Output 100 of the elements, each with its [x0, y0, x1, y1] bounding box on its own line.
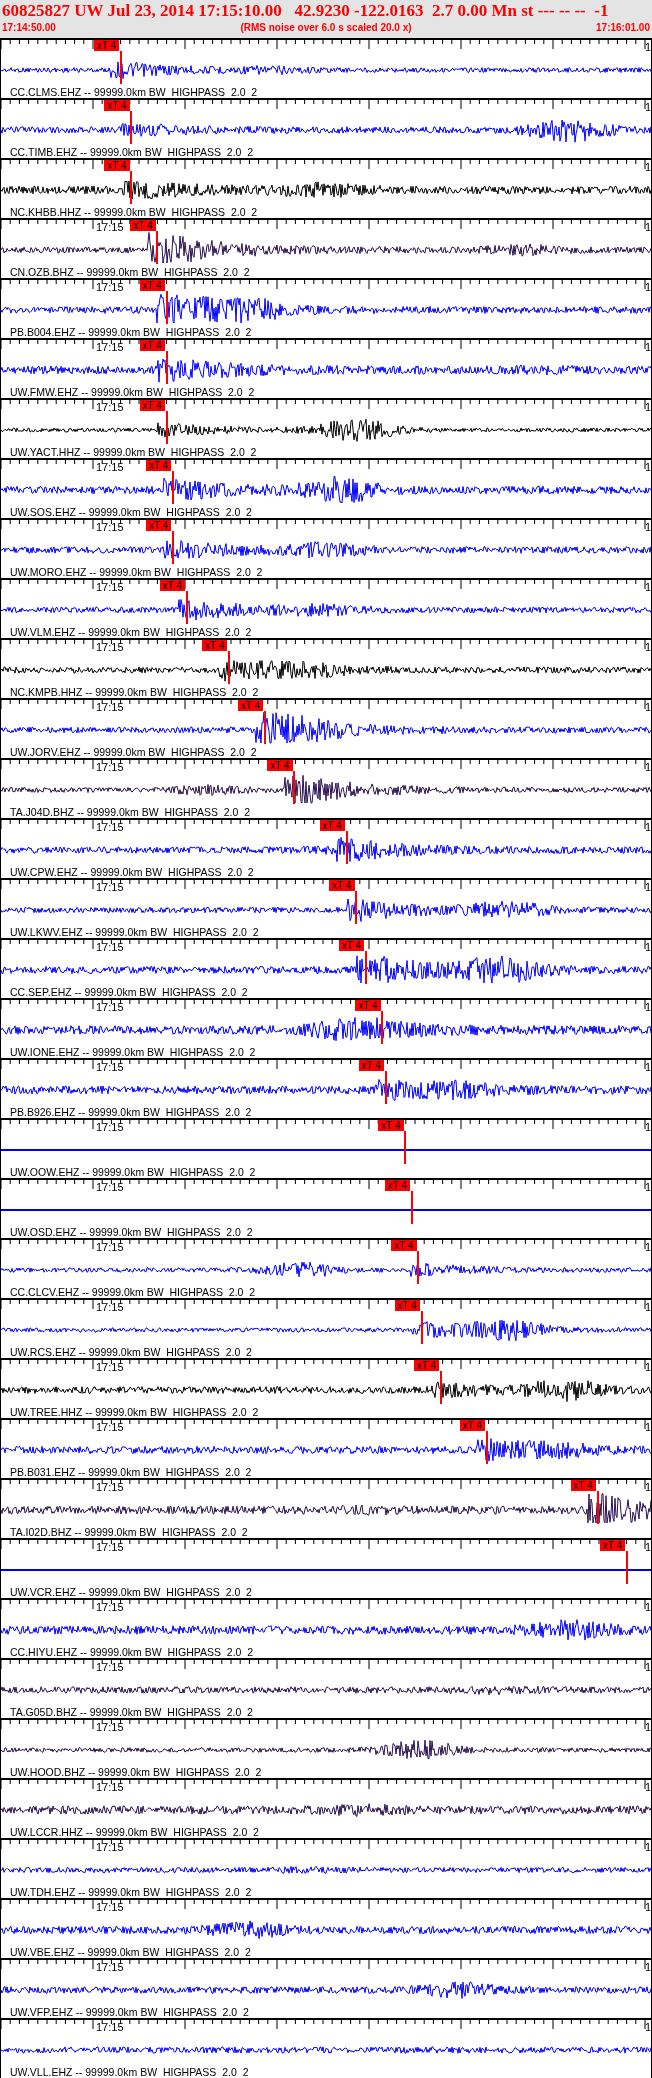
time-label: 1	[644, 281, 651, 293]
time-label: 1	[644, 1781, 651, 1793]
channel-label: TA.G05D.BHZ -- 99999.0km BW HIGHPASS 2.0 2	[10, 1706, 253, 1718]
time-label: 1	[644, 461, 651, 473]
channel-label: UW.FMW.EHZ -- 99999.0km BW HIGHPASS 2.0 2	[10, 386, 255, 398]
channel-label: CC.SEP.EHZ -- 99999.0km BW HIGHPASS 2.0 2	[10, 986, 248, 998]
time-label: 1	[644, 521, 651, 533]
time-label: 1	[644, 701, 651, 713]
time-label: 1	[644, 1481, 651, 1493]
time-label: 1	[644, 641, 651, 653]
time-label: 1	[644, 1001, 651, 1013]
time-label: 17:15	[96, 1541, 124, 1553]
channel-label: UW.VLL.EHZ -- 99999.0km BW HIGHPASS 2.0 2	[10, 2066, 249, 2078]
pick-marker[interactable]: xT 4	[139, 340, 165, 351]
time-label: 1	[644, 1121, 651, 1133]
channel-label: UW.LKWV.EHZ -- 99999.0km BW HIGHPASS 2.0 2	[10, 926, 259, 938]
pick-marker[interactable]: xT 4	[104, 100, 130, 111]
time-label: 1	[644, 1601, 651, 1613]
start-time: 17:14:50.00	[2, 21, 56, 35]
time-label: 1	[644, 1181, 651, 1193]
time-label: 1	[644, 1841, 651, 1853]
pick-marker[interactable]: xT 4	[355, 1000, 381, 1011]
pick-marker[interactable]: xT 4	[139, 280, 165, 291]
channel-label: UW.OSD.EHZ -- 99999.0km BW HIGHPASS 2.0 2	[10, 1226, 253, 1238]
time-label: 1	[644, 101, 651, 113]
time-label: 17:15	[96, 461, 124, 473]
channel-label: PB.B004.EHZ -- 99999.0km BW HIGHPASS 2.0 2	[10, 326, 252, 338]
channel-label: UW.VCR.EHZ -- 99999.0km BW HIGHPASS 2.0 2	[10, 1586, 252, 1598]
channel-label: CC.CLMS.EHZ -- 99999.0km BW HIGHPASS 2.0 2	[10, 86, 258, 98]
time-label: 17:15	[96, 821, 124, 833]
time-label: 1	[644, 221, 651, 233]
time-label: 1	[644, 41, 651, 53]
pick-marker[interactable]: xT 4	[238, 700, 264, 711]
pick-marker[interactable]: xT 4	[394, 1300, 420, 1311]
pick-marker[interactable]: xT 4	[599, 1540, 626, 1551]
time-label: 17:15	[96, 701, 124, 713]
channel-label: TA.J04D.BHZ -- 99999.0km BW HIGHPASS 2.0 2	[10, 806, 251, 818]
time-label: 17:15	[96, 1241, 124, 1253]
time-label: 1	[644, 1061, 651, 1073]
time-label: 1	[644, 1541, 651, 1553]
time-label: 1	[644, 941, 651, 953]
time-label: 17:15	[96, 1001, 124, 1013]
pick-marker[interactable]: xT 4	[159, 580, 186, 591]
pick-marker[interactable]: xT 4	[329, 880, 355, 891]
pick-marker[interactable]: xT 4	[384, 1180, 411, 1191]
time-label: 17:15	[96, 1901, 124, 1913]
time-label: 17:15	[96, 1121, 124, 1133]
pick-marker[interactable]: xT 4	[414, 1360, 440, 1371]
channel-label: UW.CPW.EHZ -- 99999.0km BW HIGHPASS 2.0 2	[10, 866, 254, 878]
pick-marker[interactable]: xT 4	[202, 640, 228, 651]
channel-label: CN.OZB.BHZ -- 99999.0km BW HIGHPASS 2.0 2	[10, 266, 250, 278]
pick-marker[interactable]: xT 4	[146, 460, 172, 471]
pick-marker[interactable]: xT 4	[93, 40, 120, 51]
time-label: 1	[644, 1301, 651, 1313]
pick-marker[interactable]: xT 4	[139, 400, 165, 411]
pick-marker[interactable]: xT 4	[104, 160, 130, 171]
channel-label: UW.SOS.EHZ -- 99999.0km BW HIGHPASS 2.0 2	[10, 506, 252, 518]
time-label: 17:15	[96, 1601, 124, 1613]
time-label: 17:15	[96, 881, 124, 893]
channel-label: UW.LCCR.HHZ -- 99999.0km BW HIGHPASS 2.0 2	[10, 1826, 259, 1838]
pick-marker[interactable]: xT 4	[339, 940, 365, 951]
time-label: 17:15	[96, 581, 124, 593]
time-label: 17:15	[96, 1661, 124, 1673]
channel-label: NC.KHBB.HHZ -- 99999.0km BW HIGHPASS 2.0 2	[10, 206, 258, 218]
time-label: 17:15	[96, 1481, 124, 1493]
channel-label: UW.MORO.EHZ -- 99999.0km BW HIGHPASS 2.0 2	[10, 566, 263, 578]
time-label: 1	[644, 1421, 651, 1433]
pick-marker[interactable]: xT 4	[459, 1420, 485, 1431]
scaling-note: (RMS noise over 6.0 s scaled 20.0 x)	[240, 21, 412, 35]
time-label: 17:15	[96, 341, 124, 353]
channel-label: CC.HIYU.EHZ -- 99999.0km BW HIGHPASS 2.0 2	[10, 1646, 254, 1658]
pick-marker[interactable]: xT 4	[391, 1240, 417, 1251]
end-time: 17:16:01.00	[596, 21, 650, 35]
channel-label: UW.TREE.HHZ -- 99999.0km BW HIGHPASS 2.0 2	[10, 1406, 259, 1418]
channel-label: UW.VFP.EHZ -- 99999.0km BW HIGHPASS 2.0 2	[10, 2006, 249, 2018]
time-label: 17:15	[96, 2021, 124, 2033]
time-label: 1	[644, 161, 651, 173]
channel-label: UW.RCS.EHZ -- 99999.0km BW HIGHPASS 2.0 2	[10, 1346, 252, 1358]
channel-label: UW.VBE.EHZ -- 99999.0km BW HIGHPASS 2.0 2	[10, 1946, 251, 1958]
pick-marker[interactable]: xT 4	[570, 1480, 596, 1491]
pick-marker[interactable]: xT 4	[146, 520, 172, 531]
time-label: 17:15	[96, 281, 124, 293]
channel-label: PB.B926.EHZ -- 99999.0km BW HIGHPASS 2.0 2	[10, 1106, 252, 1118]
time-label: 1	[644, 821, 651, 833]
time-label: 1	[644, 761, 651, 773]
time-label: 1	[644, 1721, 651, 1733]
pick-marker[interactable]: xT 4	[130, 220, 156, 231]
pick-marker[interactable]: xT 4	[319, 820, 345, 831]
time-label: 1	[644, 581, 651, 593]
channel-label: UW.OOW.EHZ -- 99999.0km BW HIGHPASS 2.0 2	[10, 1166, 256, 1178]
channel-label: UW.IONE.EHZ -- 99999.0km BW HIGHPASS 2.0 2	[10, 1046, 256, 1058]
event-title: 60825827 UW Jul 23, 2014 17:15:10.00 42.9230 -122.0163 2.7 0.00 Mn st --- -- -- -1	[2, 0, 610, 21]
time-label: 17:15	[96, 941, 124, 953]
time-label: 1	[644, 1901, 651, 1913]
pick-marker[interactable]: xT 4	[267, 760, 293, 771]
pick-marker[interactable]: xT 4	[358, 1060, 384, 1071]
time-label: 17:15	[96, 1061, 124, 1073]
pick-marker[interactable]: xT 4	[378, 1120, 404, 1131]
time-label: 17:15	[96, 1961, 124, 1973]
channel-label: NC.KMPB.HHZ -- 99999.0km BW HIGHPASS 2.0 2	[10, 686, 259, 698]
